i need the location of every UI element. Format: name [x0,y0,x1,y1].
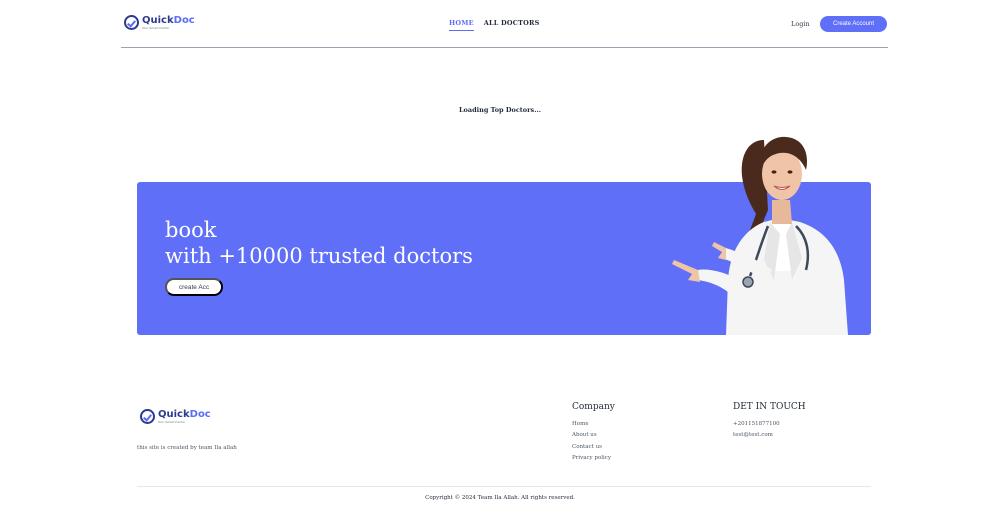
logo-tagline: Your Smart Doctor [142,25,170,30]
footer-link-home[interactable]: Home [572,421,589,427]
nav-all-doctors[interactable]: ALL DOCTORS [484,19,540,31]
footer-link-contact[interactable]: Contact us [572,444,602,450]
banner-headline-2: with +10000 trusted doctors [165,244,473,268]
main-nav: HOME ALL DOCTORS [449,19,539,31]
copyright-text: Copyright © 2024 Team Ila Allah. All rig… [425,495,575,501]
nav-home[interactable]: HOME [449,19,474,31]
footer-logo-check-icon [140,409,155,424]
footer-link-about[interactable]: About us [572,432,597,438]
company-heading: Company [572,402,615,412]
doctor-image [672,136,848,335]
footer-logo-name: QuickDoc [158,408,211,420]
footer-logo[interactable]: QuickDoc Your Smart Doctor [140,409,211,424]
logo-name: QuickDoc [142,14,195,26]
logo-check-icon [124,15,139,30]
header-logo[interactable]: QuickDoc Your Smart Doctor [124,15,195,30]
contact-phone: +201151877100 [733,421,780,427]
footer-divider [137,486,871,487]
loading-text: Loading Top Doctors... [458,106,542,114]
contact-heading: DET IN TOUCH [733,402,806,412]
banner-headline-1: book [165,218,217,242]
create-account-button[interactable]: Create Account [820,16,887,32]
login-link[interactable]: Login [791,20,810,28]
site-header: QuickDoc Your Smart Doctor HOME ALL DOCT… [121,0,888,48]
footer-link-privacy[interactable]: Privacy policy [572,455,611,461]
footer-logo-tagline: Your Smart Doctor [158,419,186,424]
contact-email: test@test.com [733,432,773,438]
footer-note: this site is created by team Ila allah [137,445,237,451]
banner-create-account-button[interactable]: create Acc [165,278,223,296]
